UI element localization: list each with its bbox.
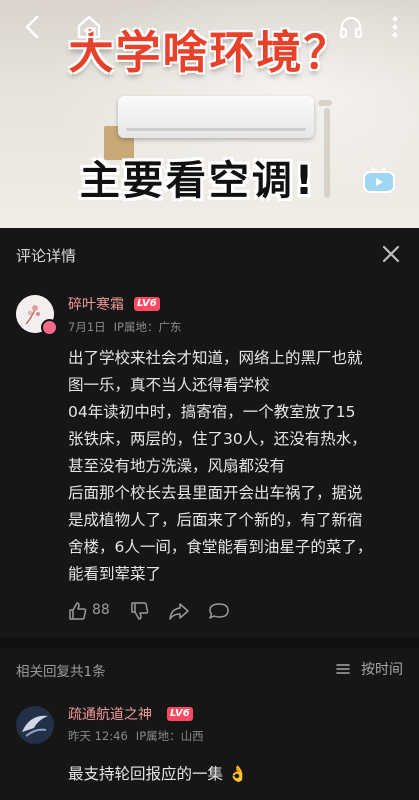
video-subtitle-overlay: 主要看空调! <box>79 158 317 204</box>
comment-line: 能看到荤菜了 <box>68 565 162 583</box>
sort-lines-icon <box>336 664 350 674</box>
reply-time: 昨天 12:46 <box>68 729 128 743</box>
reply-avatar-image <box>16 706 54 744</box>
thumbs-up-icon[interactable] <box>68 600 88 622</box>
tv-mascot-icon <box>363 167 395 193</box>
reply-text[interactable]: 最支持轮回报应的一集 👌 <box>68 762 247 784</box>
close-icon[interactable] <box>379 242 403 266</box>
comment-detail-panel: 评论详情 碎叶寒霜 LV6 7月1日 IP属地：广东 出了学校来社会才知道，网络上… <box>0 228 419 800</box>
avatar-badge-icon <box>41 319 58 336</box>
video-scene-pipe <box>318 100 332 106</box>
reply-avatar[interactable] <box>16 706 54 744</box>
comment-ip-location: IP属地：广东 <box>113 320 182 334</box>
comment-actions: 88 <box>68 600 268 622</box>
replies-count: 相关回复共1条 <box>16 664 106 680</box>
reply-comment-icon[interactable] <box>208 600 230 622</box>
share-icon[interactable] <box>168 600 190 622</box>
reply-text-content: 最支持轮回报应的一集 <box>68 765 224 783</box>
thumbs-down-icon[interactable] <box>130 600 150 622</box>
comment-line: 舍楼，6人一间，食堂能看到油星子的菜了， <box>68 538 373 556</box>
comment-line: 图一乐，真不当人还得看学校 <box>68 376 270 394</box>
comment-meta: 7月1日 IP属地：广东 <box>68 319 189 335</box>
like-count: 88 <box>92 602 110 618</box>
reply-level-badge: LV6 <box>167 707 193 721</box>
headphones-icon[interactable] <box>338 14 364 40</box>
comment-line: 是成植物人了，后面来了个新的，有了新宿 <box>68 511 363 529</box>
sort-label: 按时间 <box>361 662 403 678</box>
ok-hand-emoji: 👌 <box>227 765 248 783</box>
comment-line: 出了学校来社会才知道，网络上的黑厂也就 <box>68 349 363 367</box>
panel-header: 评论详情 <box>0 228 419 282</box>
section-divider <box>0 638 419 648</box>
level-badge: LV6 <box>134 297 160 311</box>
comment-date: 7月1日 <box>68 320 106 334</box>
reply-meta: 昨天 12:46 IP属地：山西 <box>68 728 212 744</box>
back-arrow-icon[interactable] <box>20 14 46 40</box>
video-player[interactable]: 大学啥环境？ 主要看空调! <box>0 0 419 228</box>
comment-line: 甚至没有地方洗澡，风扇都没有 <box>68 457 286 475</box>
comment-line: 04年读初中时，搞寄宿，一个教室放了15 <box>68 403 356 421</box>
more-vertical-icon[interactable] <box>388 14 402 40</box>
home-icon[interactable] <box>76 14 102 40</box>
replies-header: 相关回复共1条 按时间 <box>0 648 419 690</box>
comment-text[interactable]: 出了学校来社会才知道，网络上的黑厂也就 图一乐，真不当人还得看学校 04年读初中… <box>68 345 414 588</box>
video-scene-air-conditioner <box>118 96 314 138</box>
reply-username[interactable]: 疏通航道之神 <box>68 704 152 724</box>
comment-line: 后面那个校长去县里面开会出车祸了，据说 <box>68 484 363 502</box>
sort-button[interactable]: 按时间 <box>329 658 403 680</box>
reply-ip-location: IP属地：山西 <box>135 729 204 743</box>
comment-line: 张铁床，两层的，住了30人，还没有热水， <box>68 430 367 448</box>
comment-username[interactable]: 碎叶寒霜 <box>68 294 124 314</box>
panel-title: 评论详情 <box>16 247 77 265</box>
